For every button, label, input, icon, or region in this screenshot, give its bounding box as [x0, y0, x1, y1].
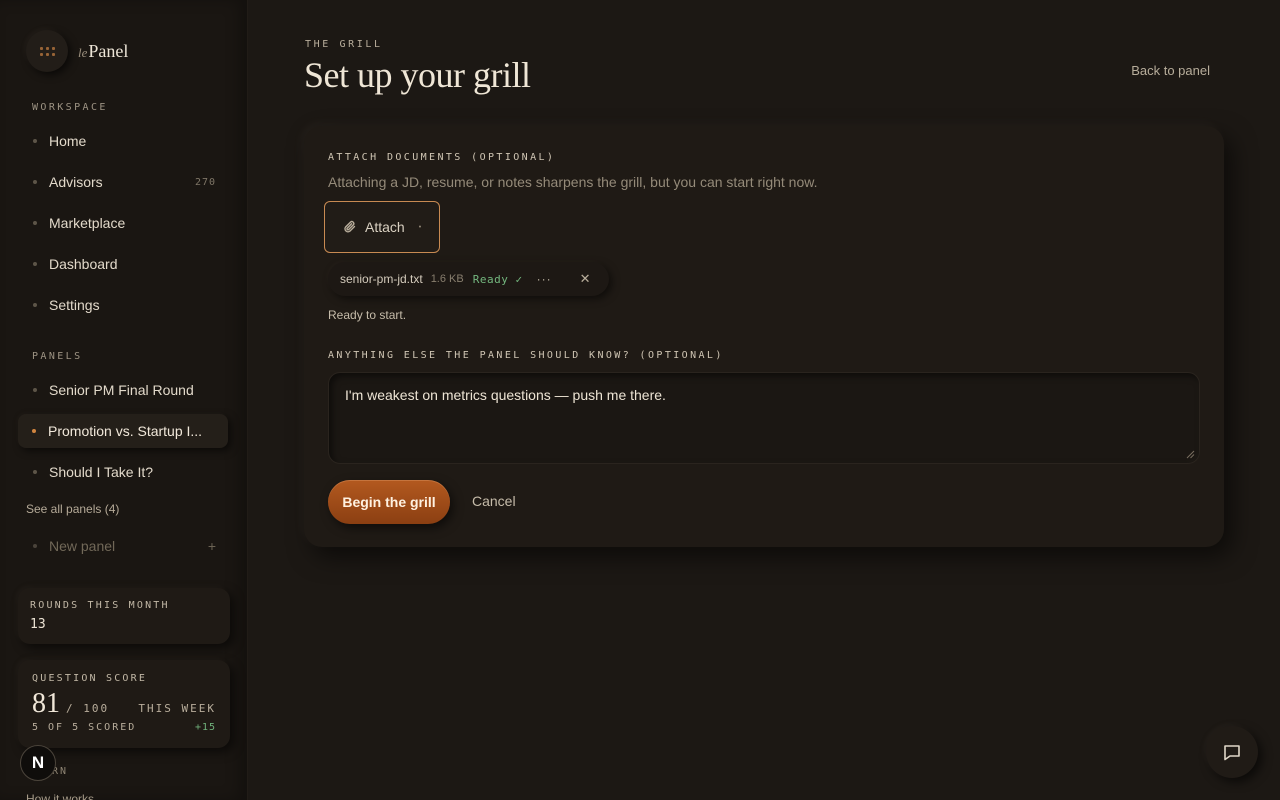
how-it-works-link[interactable]: How it works [26, 792, 94, 800]
grid-icon[interactable] [26, 30, 68, 72]
score-value: 81 [32, 688, 60, 719]
sidebar-item-label: Promotion vs. Startup I... [48, 423, 203, 439]
brand-name: lePanel [78, 40, 129, 61]
sidebar-item-label: Marketplace [49, 215, 126, 231]
new-panel-label: New panel [49, 538, 116, 554]
rounds-value: 13 [30, 617, 46, 632]
see-all-panels-link[interactable]: See all panels (4) [26, 502, 119, 516]
notes-textarea-wrapper: I'm weakest on metrics questions — push … [328, 372, 1200, 464]
sidebar-item-settings[interactable]: Settings [26, 288, 222, 322]
bullet-icon [33, 139, 37, 143]
score-delta: +15 [194, 722, 216, 733]
sidebar: lePanel WORKSPACE Home Advisors 270 Mark… [0, 0, 248, 800]
chat-icon [1224, 745, 1240, 761]
advisors-count-badge: 270 [194, 176, 216, 188]
begin-grill-button[interactable]: Begin the grill [328, 480, 450, 524]
workspace-section-label: WORKSPACE [32, 102, 108, 113]
chat-button[interactable] [1206, 726, 1258, 778]
attach-helper-text: Attaching a JD, resume, or notes sharpen… [328, 174, 818, 190]
bullet-icon [33, 303, 37, 307]
rounds-label: ROUNDS THIS MONTH [30, 600, 170, 611]
file-name: senior-pm-jd.txt [340, 272, 423, 286]
bullet-icon [32, 429, 36, 433]
panels-section-label: PANELS [32, 351, 83, 362]
more-icon[interactable]: ··· [537, 272, 552, 286]
caret-icon: • [418, 223, 422, 231]
attached-file-chip: senior-pm-jd.txt 1.6 KB Ready ✓ ··· ✕ [328, 262, 609, 296]
score-label: QUESTION SCORE [32, 673, 148, 684]
bullet-icon [33, 544, 37, 548]
ready-status-text: Ready to start. [328, 308, 407, 322]
file-status: Ready ✓ [472, 272, 523, 286]
n-badge-icon[interactable]: N [20, 745, 56, 781]
file-size: 1.6 KB [430, 273, 464, 285]
cancel-button[interactable]: Cancel [472, 493, 516, 509]
sidebar-item-advisors[interactable]: Advisors 270 [26, 165, 222, 199]
scored-count: 5 OF 5 SCORED [32, 722, 137, 733]
close-icon[interactable]: ✕ [580, 271, 591, 287]
score-period: THIS WEEK [138, 702, 216, 715]
back-to-panel-link[interactable]: Back to panel [1131, 63, 1210, 78]
sidebar-item-label: Home [49, 133, 87, 149]
sidebar-item-dashboard[interactable]: Dashboard [26, 247, 222, 281]
bullet-icon [33, 180, 37, 184]
notes-textarea[interactable]: I'm weakest on metrics questions — push … [329, 373, 1199, 463]
notes-section-label: ANYTHING ELSE THE PANEL SHOULD KNOW? (OP… [328, 350, 724, 361]
sidebar-item-panel-active[interactable]: Promotion vs. Startup I... [18, 414, 228, 448]
sidebar-item-home[interactable]: Home [26, 124, 222, 158]
sidebar-item-marketplace[interactable]: Marketplace [26, 206, 222, 240]
attach-button[interactable]: Attach • [324, 201, 440, 253]
paperclip-icon [344, 220, 356, 233]
attach-button-label: Attach [365, 219, 405, 235]
bullet-icon [33, 470, 37, 474]
bullet-icon [33, 388, 37, 392]
brand[interactable]: lePanel [26, 30, 128, 72]
sidebar-item-label: Dashboard [49, 256, 118, 272]
grill-setup-card: ATTACH DOCUMENTS (OPTIONAL) Attaching a … [304, 126, 1224, 547]
attach-section-label: ATTACH DOCUMENTS (OPTIONAL) [328, 152, 556, 163]
bullet-icon [33, 221, 37, 225]
rounds-stat-card: ROUNDS THIS MONTH 13 [18, 588, 230, 644]
page-title: Set up your grill [304, 55, 531, 95]
page-eyebrow: THE GRILL [305, 39, 383, 50]
bullet-icon [33, 262, 37, 266]
sidebar-item-label: Senior PM Final Round [49, 382, 194, 398]
resize-grip-icon[interactable] [1185, 449, 1195, 459]
sidebar-item-label: Should I Take It? [49, 464, 154, 480]
sidebar-item-label: Settings [49, 297, 100, 313]
question-score-card: QUESTION SCORE 81 / 100 THIS WEEK 5 OF 5… [18, 660, 230, 748]
sidebar-item-panel[interactable]: Senior PM Final Round [26, 373, 222, 407]
new-panel-button[interactable]: New panel + [26, 529, 222, 563]
sidebar-item-label: Advisors [49, 174, 103, 190]
score-max: / 100 [66, 702, 110, 715]
plus-icon: + [207, 538, 216, 554]
sidebar-item-panel[interactable]: Should I Take It? [26, 455, 222, 489]
